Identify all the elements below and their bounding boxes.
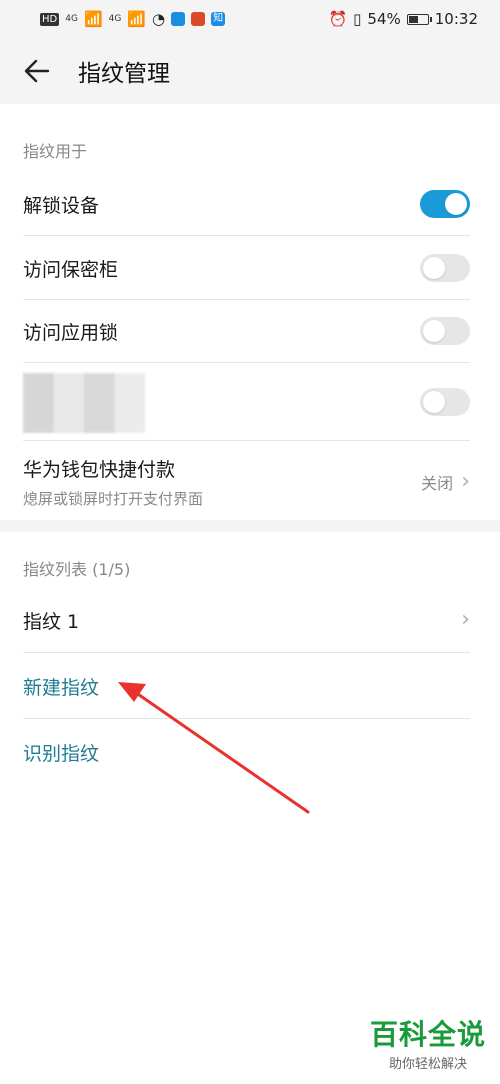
annotation-arrow — [118, 682, 310, 814]
watermark: 百科全说 助你轻松解决 — [370, 1013, 486, 1072]
watermark-subtitle: 助你轻松解决 — [388, 1057, 467, 1072]
watermark-title: 百科全说 — [369, 1018, 486, 1051]
